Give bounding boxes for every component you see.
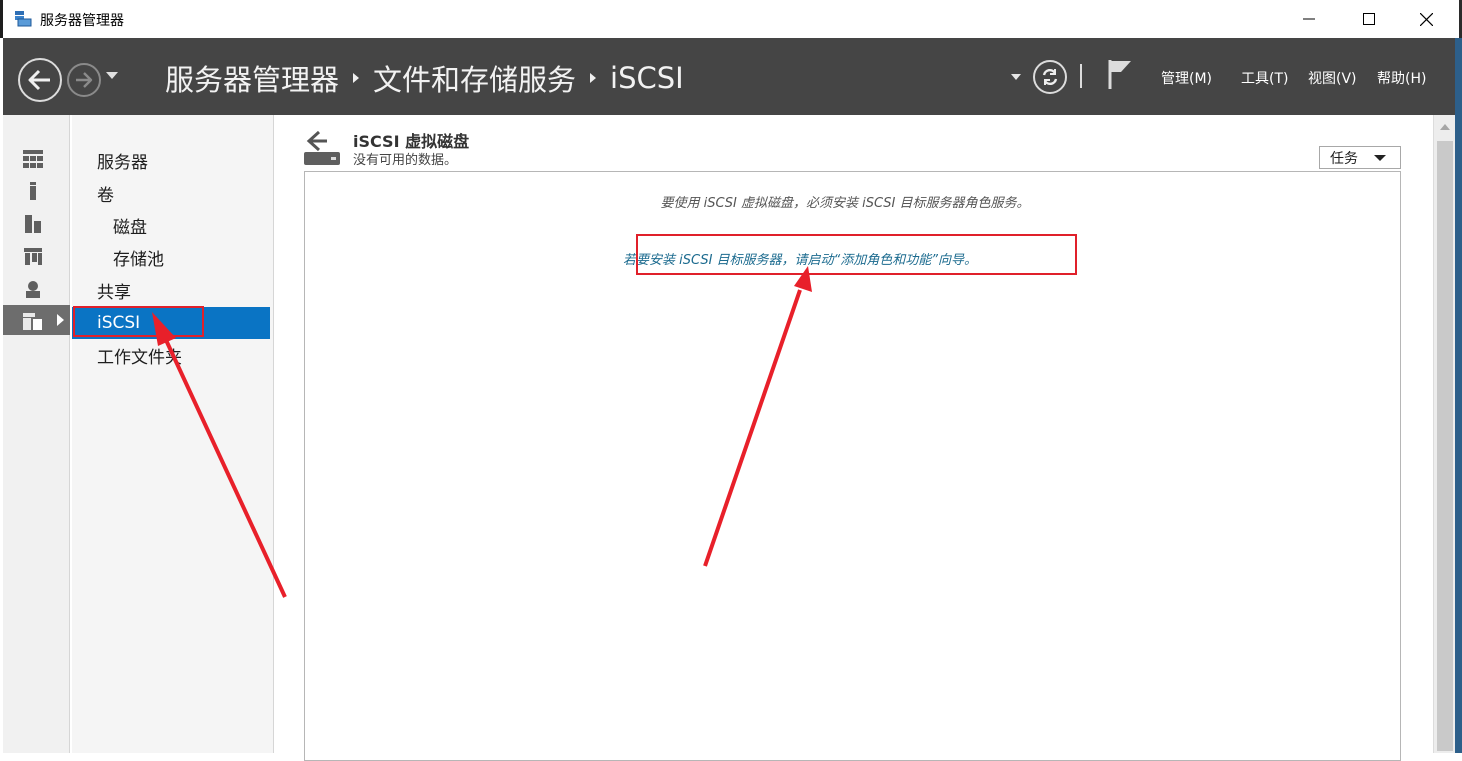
rail-item-file-storage[interactable] [3, 305, 70, 335]
rail-item-dashboard[interactable] [3, 143, 70, 173]
expand-arrow-icon[interactable] [57, 314, 64, 326]
menu-view[interactable]: 视图(V) [1308, 68, 1357, 88]
rail-item-local-server[interactable] [3, 175, 70, 205]
role-required-notice: 要使用 iSCSI 虚拟磁盘，必须安装 iSCSI 目标服务器角色服务。 [660, 196, 1030, 211]
nav-item-storage-pools[interactable]: 存储池 [72, 241, 270, 273]
close-icon [1419, 12, 1433, 26]
nav-item-servers[interactable]: 服务器 [72, 144, 270, 176]
nav-item-label: 存储池 [113, 249, 164, 270]
dashboard-icon [23, 150, 43, 168]
nav-item-label: 磁盘 [113, 217, 147, 238]
nav-item-work-folders[interactable]: 工作文件夹 [72, 339, 270, 371]
nav-tree: 服务器 卷 磁盘 存储池 共享 iSCSI 工作文件夹 [72, 115, 274, 753]
nav-item-disks[interactable]: 磁盘 [72, 209, 270, 241]
iscsi-disk-icon [304, 130, 340, 165]
nav-item-shares[interactable]: 共享 [72, 274, 270, 306]
close-button[interactable] [1403, 0, 1449, 38]
minimize-button[interactable] [1286, 0, 1332, 38]
rail-item-all-servers[interactable] [3, 208, 70, 238]
breadcrumb-server-manager[interactable]: 服务器管理器 [165, 57, 339, 99]
arrow-left-icon [28, 69, 50, 91]
title-bar: 服务器管理器 [0, 0, 1462, 38]
section-subtitle: 没有可用的数据。 [353, 153, 458, 168]
refresh-button[interactable] [1033, 60, 1067, 94]
tasks-dropdown[interactable]: 任务 [1319, 146, 1401, 169]
breadcrumb-iscsi[interactable]: iSCSI [610, 61, 684, 95]
refresh-icon [1042, 68, 1058, 86]
nav-item-volumes[interactable]: 卷 [72, 177, 270, 209]
file-storage-icon [23, 313, 42, 330]
chevron-right-icon [590, 73, 597, 83]
annotation-box-link [636, 234, 1077, 275]
nav-item-label: 工作文件夹 [97, 347, 182, 368]
maximize-icon [1363, 13, 1375, 25]
header-dropdown-icon[interactable] [1011, 74, 1021, 80]
nav-item-label: 卷 [97, 185, 114, 206]
chevron-right-icon [353, 73, 360, 83]
scrollbar-thumb[interactable] [1437, 141, 1453, 751]
server-group-icon [24, 248, 42, 265]
breadcrumb-file-storage[interactable]: 文件和存储服务 [373, 57, 576, 99]
rail-item-roles[interactable] [3, 273, 70, 303]
chevron-down-icon [1374, 155, 1386, 161]
menu-manage[interactable]: 管理(M) [1161, 68, 1212, 88]
notification-flag-icon[interactable] [1107, 58, 1133, 90]
maximize-button[interactable] [1346, 0, 1392, 38]
rail-item-server-group[interactable] [3, 240, 70, 270]
window-title: 服务器管理器 [40, 13, 124, 29]
server-manager-app-icon [15, 11, 32, 27]
arrow-right-icon [76, 72, 93, 88]
desktop-edge [1455, 38, 1462, 753]
icon-rail [3, 115, 70, 753]
scroll-up-icon[interactable] [1440, 124, 1450, 130]
nav-item-label: 服务器 [97, 152, 148, 173]
menu-help[interactable]: 帮助(H) [1377, 68, 1426, 88]
annotation-box-iscsi [73, 306, 204, 337]
tasks-label: 任务 [1330, 150, 1358, 167]
minimize-icon [1303, 18, 1315, 20]
header-bar: 服务器管理器 文件和存储服务 iSCSI 管理(M) 工具(T) 视图(V) 帮… [3, 38, 1455, 115]
menu-tools[interactable]: 工具(T) [1241, 68, 1288, 88]
vertical-scrollbar[interactable] [1433, 115, 1455, 753]
nav-item-label: 共享 [97, 282, 131, 303]
main-content: iSCSI 虚拟磁盘 没有可用的数据。 任务 要使用 iSCSI 虚拟磁盘，必须… [275, 115, 1433, 761]
local-server-icon [30, 182, 36, 200]
all-servers-icon [25, 215, 41, 233]
history-dropdown-icon[interactable] [106, 72, 118, 79]
forward-button[interactable] [67, 63, 101, 97]
breadcrumb: 服务器管理器 文件和存储服务 iSCSI [165, 58, 684, 98]
back-button[interactable] [18, 58, 62, 102]
roles-icon [26, 281, 40, 298]
header-divider [1080, 64, 1082, 88]
